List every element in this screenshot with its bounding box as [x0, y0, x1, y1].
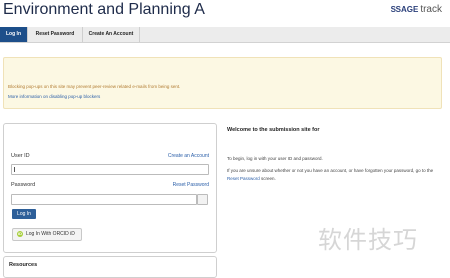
password-toggle-button[interactable]	[197, 194, 208, 205]
text-caret	[14, 167, 15, 172]
sage-track-logo: SSAGE track	[390, 4, 442, 15]
welcome-heading: Welcome to the submission site for	[227, 127, 320, 133]
user-id-input[interactable]	[11, 164, 209, 175]
journal-title: Environment and Planning A	[3, 1, 205, 18]
password-label: Password	[11, 182, 36, 188]
login-button[interactable]: Log In	[12, 209, 36, 219]
create-account-link[interactable]: Create an Account	[168, 153, 209, 159]
password-input[interactable]	[11, 194, 197, 205]
resources-panel: Resources	[3, 256, 217, 278]
tab-create-account[interactable]: Create An Account	[83, 27, 140, 42]
watermark: 软件技巧	[318, 226, 418, 254]
orcid-login-button[interactable]: iD Log In With ORCID iD	[12, 228, 82, 241]
login-panel: User ID Create an Account Password Reset…	[3, 123, 217, 253]
account-help-text: If you are unsure about whether or not y…	[227, 168, 434, 181]
user-id-label: User ID	[11, 153, 30, 159]
tab-bar: Log In Reset Password Create An Account	[0, 27, 450, 43]
popup-warning-message: Blocking pop-ups on this site may preven…	[8, 84, 181, 89]
reset-password-link[interactable]: Reset Password	[173, 182, 209, 188]
reset-password-inline-link[interactable]: Reset Password	[227, 176, 260, 181]
login-instruction: To begin, log in with your user ID and p…	[227, 156, 323, 161]
tab-reset-password[interactable]: Reset Password	[28, 27, 83, 42]
popup-warning-alert: Blocking pop-ups on this site may preven…	[3, 57, 442, 109]
resources-heading: Resources	[9, 262, 38, 268]
tab-log-in[interactable]: Log In	[0, 27, 28, 42]
orcid-icon: iD	[17, 231, 23, 237]
header: Environment and Planning A SSAGE track	[0, 0, 450, 26]
popup-blocker-info-link[interactable]: More information on disabling pop-up blo…	[8, 94, 100, 99]
orcid-login-label: Log In With ORCID iD	[26, 231, 75, 237]
